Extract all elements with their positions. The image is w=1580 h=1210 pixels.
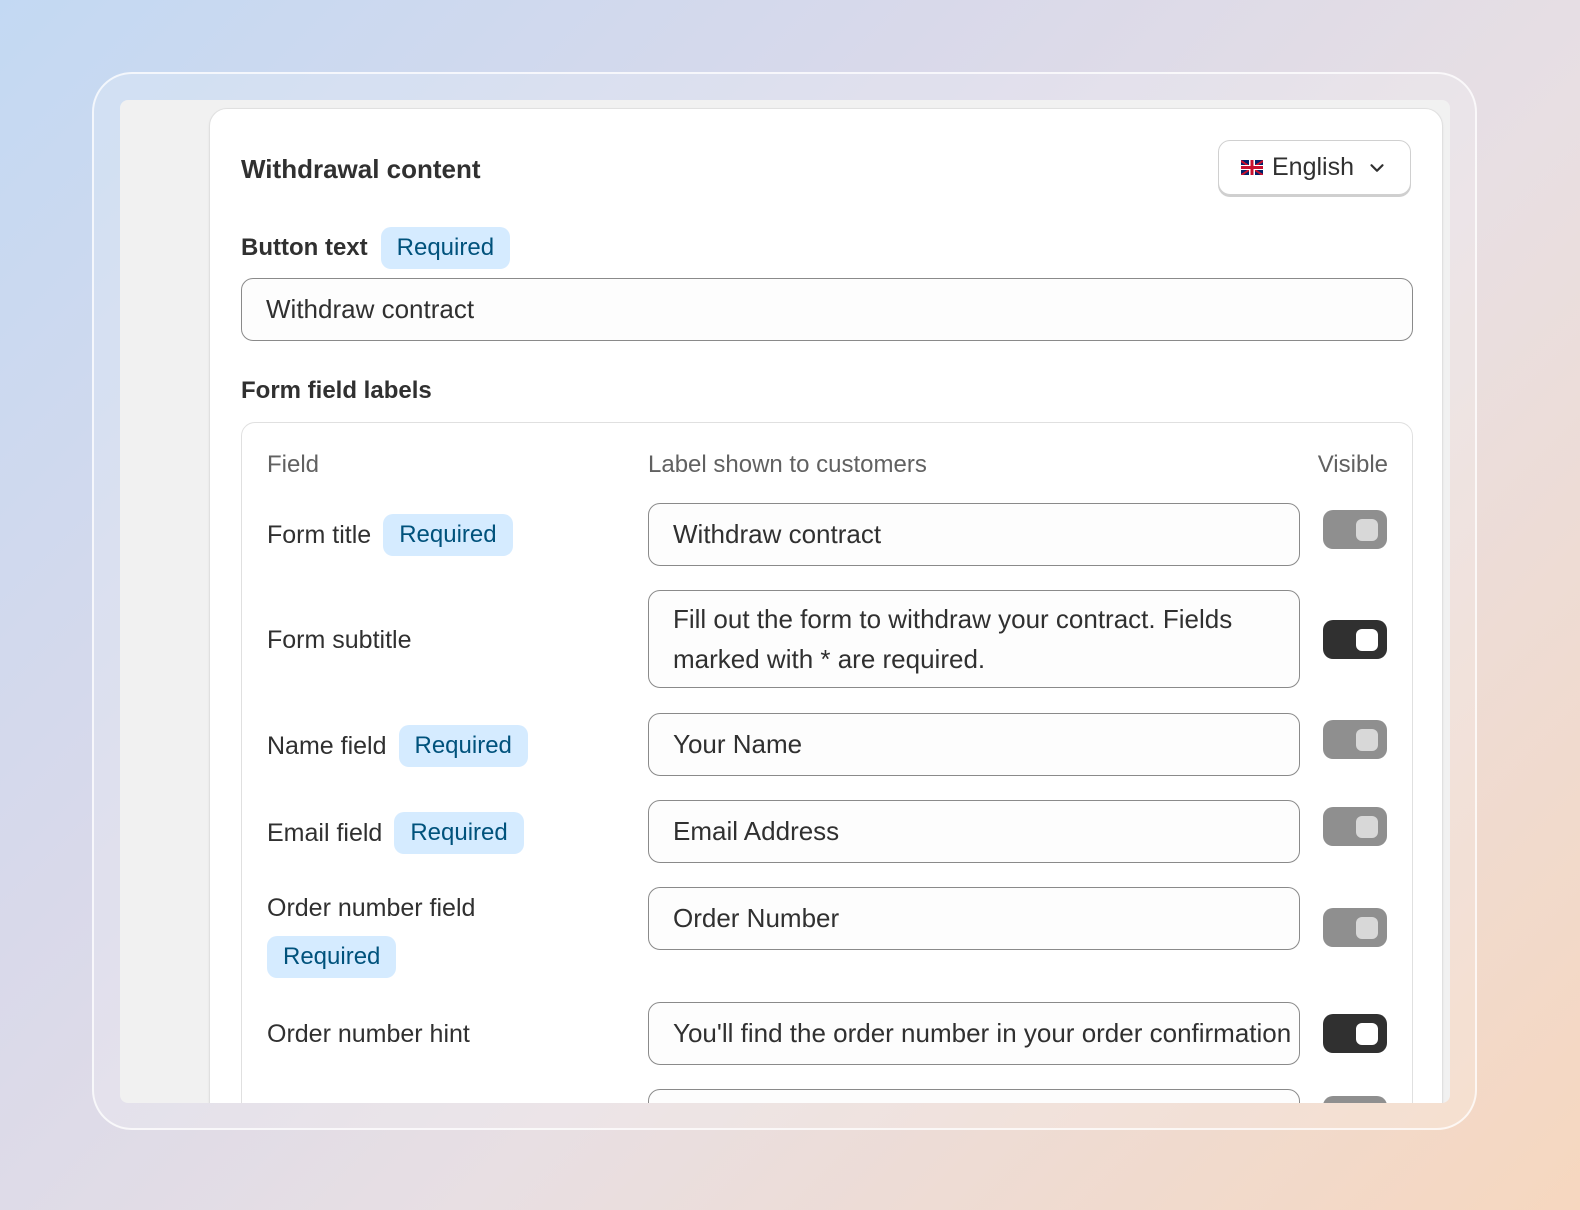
order-number-visible-toggle[interactable] <box>1323 908 1387 947</box>
field-name-text: Order number hint <box>267 1020 470 1048</box>
required-badge: Required <box>398 725 528 767</box>
chevron-down-icon <box>1370 163 1384 172</box>
field-name-form-subtitle: Form subtitle <box>267 626 411 655</box>
order-number-hint-input[interactable]: You'll find the order number in your ord… <box>648 1002 1300 1065</box>
toggle-knob <box>1356 917 1378 939</box>
order-number-input[interactable]: Order Number <box>648 887 1300 950</box>
card-title: Withdrawal content <box>241 154 481 184</box>
name-field-input[interactable]: Your Name <box>648 713 1300 776</box>
field-name-text: Email field <box>267 818 383 847</box>
required-badge: Required <box>383 514 513 556</box>
email-field-visible-toggle[interactable] <box>1323 807 1387 846</box>
field-name-name-field: Name field Required <box>267 725 528 767</box>
uk-flag-icon <box>1241 160 1263 175</box>
form-field-labels-title: Form field labels <box>241 377 432 404</box>
field-name-text: Name field <box>267 731 387 760</box>
button-text-input[interactable]: Withdraw contract <box>241 278 1413 341</box>
form-field-table: Field Label shown to customers Visible F… <box>241 422 1413 1103</box>
toggle-knob <box>1356 729 1378 751</box>
field-name-form-title: Form title Required <box>267 514 513 556</box>
next-field-input[interactable] <box>648 1089 1300 1103</box>
next-field-visible-toggle[interactable] <box>1323 1096 1387 1103</box>
column-header-label: Label shown to customers <box>648 451 927 478</box>
button-text-label: Button text <box>241 234 368 261</box>
toggle-knob <box>1356 1023 1378 1045</box>
form-subtitle-input[interactable]: Fill out the form to withdraw your contr… <box>648 590 1300 688</box>
toggle-knob <box>1356 629 1378 651</box>
field-name-text: Form title <box>267 520 372 549</box>
required-badge: Required <box>394 812 524 854</box>
name-field-visible-toggle[interactable] <box>1323 720 1387 759</box>
form-title-visible-toggle[interactable] <box>1323 510 1387 549</box>
app-screen: Withdrawal content English Button text R… <box>120 100 1450 1103</box>
toggle-knob <box>1356 519 1378 541</box>
language-label: English <box>1272 153 1354 181</box>
withdrawal-content-card: Withdrawal content English Button text R… <box>209 108 1443 1103</box>
field-name-text: Form subtitle <box>267 626 412 654</box>
language-selector[interactable]: English <box>1218 140 1411 195</box>
form-subtitle-visible-toggle[interactable] <box>1323 620 1387 659</box>
field-name-email-field: Email field Required <box>267 812 524 854</box>
field-name-order-number-hint: Order number hint <box>267 1020 470 1049</box>
column-header-visible: Visible <box>1317 451 1388 478</box>
required-badge: Required <box>267 936 397 978</box>
form-title-input[interactable]: Withdraw contract <box>648 503 1300 566</box>
field-name-order-number-field: Order number field Required <box>267 894 597 978</box>
toggle-knob <box>1356 816 1378 838</box>
button-text-label-row: Button text Required <box>241 227 511 269</box>
order-number-hint-visible-toggle[interactable] <box>1323 1014 1387 1053</box>
required-badge: Required <box>380 227 511 269</box>
column-header-field: Field <box>267 451 320 478</box>
field-name-text: Order number field <box>267 894 476 922</box>
email-field-input[interactable]: Email Address <box>648 800 1300 863</box>
